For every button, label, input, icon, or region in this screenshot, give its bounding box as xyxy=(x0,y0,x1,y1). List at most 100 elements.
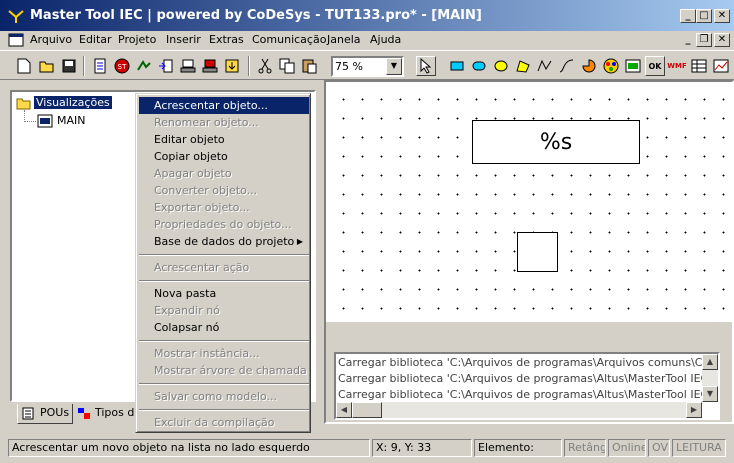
document-system-icon[interactable] xyxy=(8,33,24,47)
menu-inserir[interactable]: Inserir xyxy=(166,33,201,46)
message-line: Carregar biblioteca 'C:\Arquivos de prog… xyxy=(338,388,709,401)
zoom-select[interactable]: 75 % ▼ xyxy=(331,56,404,77)
menu-arquivo[interactable]: Arquivo xyxy=(30,33,72,46)
rounded-rect-tool-icon[interactable] xyxy=(469,56,489,76)
visualization-icon xyxy=(37,114,53,128)
menu-separator xyxy=(139,254,309,256)
ctx-exportar-objeto: Exportar objeto... xyxy=(154,201,250,214)
ctx-editar-objeto[interactable]: Editar objeto xyxy=(139,131,309,148)
ctx-mostrar-instancia: Mostrar instância... xyxy=(154,347,260,360)
toolbar-separator xyxy=(83,56,85,76)
run-icon[interactable] xyxy=(134,56,154,76)
ctx-nova-pasta[interactable]: Nova pasta xyxy=(139,285,309,302)
scroll-right-icon[interactable]: ▶ xyxy=(686,402,702,418)
login-icon[interactable] xyxy=(178,56,198,76)
ctx-acrescentar-objeto[interactable]: Acrescentar objeto... xyxy=(139,97,309,114)
tree-item-main[interactable]: MAIN xyxy=(57,114,86,127)
visualization-canvas[interactable]: %s xyxy=(326,82,732,322)
ctx-renomear-objeto: Renomear objeto... xyxy=(154,116,259,129)
download-icon[interactable] xyxy=(222,56,242,76)
status-hint: Acrescentar um novo objeto na lista no l… xyxy=(8,439,370,457)
copy-icon[interactable] xyxy=(277,56,297,76)
status-leitura: LEITURA xyxy=(672,439,726,457)
message-line: Carregar biblioteca 'C:\Arquivos de prog… xyxy=(338,356,711,369)
menu-extras[interactable]: Extras xyxy=(209,33,244,46)
status-online: Online xyxy=(608,439,646,457)
message-line: Carregar biblioteca 'C:\Arquivos de prog… xyxy=(338,372,709,385)
bitmap-tool-icon[interactable] xyxy=(601,56,621,76)
compile-icon[interactable] xyxy=(90,56,110,76)
ctx-mostrar-arvore: Mostrar árvore de chamada xyxy=(154,364,307,377)
rectangle-element[interactable] xyxy=(517,232,558,272)
scroll-up-icon[interactable]: ▲ xyxy=(702,354,718,370)
paste-icon[interactable] xyxy=(299,56,319,76)
close-button[interactable]: ✕ xyxy=(714,9,730,23)
minimize-button[interactable]: _ xyxy=(680,9,696,23)
ctx-salvar-modelo: Salvar como modelo... xyxy=(154,390,278,403)
table-tool-icon[interactable] xyxy=(689,56,709,76)
new-file-icon[interactable] xyxy=(14,56,34,76)
maximize-button[interactable]: □ xyxy=(696,9,712,23)
tree-item-visualizacoes[interactable]: Visualizações xyxy=(34,96,112,109)
mdi-restore-button[interactable]: ❐ xyxy=(696,33,712,47)
mdi-minimize-button[interactable]: _ xyxy=(680,33,696,47)
chevron-down-icon[interactable]: ▼ xyxy=(386,58,402,75)
step-icon[interactable] xyxy=(156,56,176,76)
polyline-tool-icon[interactable] xyxy=(535,56,555,76)
menu-projeto[interactable]: Projeto xyxy=(118,33,156,46)
cut-icon[interactable] xyxy=(255,56,275,76)
status-ov: OV xyxy=(648,439,670,457)
select-pointer-icon[interactable] xyxy=(416,56,436,76)
status-element: Elemento: xyxy=(474,439,562,457)
app-icon xyxy=(8,10,24,23)
polygon-tool-icon[interactable] xyxy=(513,56,533,76)
folder-open-icon xyxy=(16,98,31,110)
visualization-tool-icon[interactable] xyxy=(623,56,643,76)
open-file-icon[interactable] xyxy=(37,56,57,76)
vertical-scrollbar[interactable]: ▲ ▼ xyxy=(702,354,718,402)
menu-ajuda[interactable]: Ajuda xyxy=(370,33,401,46)
tab-pous-label: POUs xyxy=(40,406,70,419)
menu-bar: Arquivo Editar Projeto Inserir Extras Co… xyxy=(0,31,734,50)
wmf-tool[interactable]: WMF xyxy=(667,56,687,76)
menu-editar[interactable]: Editar xyxy=(79,33,112,46)
ctx-base-de-dados-label: Base de dados do projeto xyxy=(154,235,295,248)
tree-connector xyxy=(24,121,36,122)
rectangle-tool-icon[interactable] xyxy=(447,56,467,76)
scroll-thumb[interactable] xyxy=(352,402,382,418)
menu-janela[interactable]: Janela xyxy=(327,33,361,46)
menu-separator xyxy=(139,280,309,282)
ctx-apagar-objeto: Apagar objeto xyxy=(154,167,232,180)
menu-separator xyxy=(139,340,309,342)
submenu-arrow-icon: ▶ xyxy=(296,237,303,246)
context-menu: Acrescentar objeto... Renomear objeto...… xyxy=(135,93,311,433)
ctx-colapsar-no[interactable]: Colapsar nó xyxy=(139,319,309,336)
tab-tipos[interactable]: Tipos de xyxy=(75,404,141,424)
scroll-left-icon[interactable]: ◀ xyxy=(336,402,352,418)
data-types-icon xyxy=(78,408,90,419)
trend-tool-icon[interactable] xyxy=(711,56,731,76)
ok-button-tool[interactable]: OK xyxy=(645,56,665,76)
status-coords: X: 9, Y: 33 xyxy=(372,439,472,457)
curve-tool-icon[interactable] xyxy=(557,56,577,76)
ctx-expandir-no: Expandir nó xyxy=(154,304,220,317)
pane-splitter[interactable] xyxy=(326,322,732,344)
menu-comunicacao[interactable]: Comunicação xyxy=(252,33,326,46)
horizontal-scrollbar[interactable]: ◀ ▶ xyxy=(336,402,702,418)
save-icon[interactable] xyxy=(59,56,79,76)
ctx-base-de-dados[interactable]: Base de dados do projeto ▶ xyxy=(139,233,309,250)
toolbar: ST 75 % ▼ OK WMF xyxy=(0,50,734,80)
mdi-close-button[interactable]: ✕ xyxy=(714,33,730,47)
text-element[interactable]: %s xyxy=(472,120,640,164)
stop-icon[interactable]: ST xyxy=(112,56,132,76)
pie-tool-icon[interactable] xyxy=(579,56,599,76)
message-window: Carregar biblioteca 'C:\Arquivos de prog… xyxy=(334,352,720,420)
ctx-copiar-objeto[interactable]: Copiar objeto xyxy=(139,148,309,165)
tab-pous[interactable]: POUs xyxy=(17,404,73,424)
ellipse-tool-icon[interactable] xyxy=(491,56,511,76)
ctx-acrescentar-acao: Acrescentar ação xyxy=(154,261,250,274)
logout-icon[interactable] xyxy=(200,56,220,76)
scroll-down-icon[interactable]: ▼ xyxy=(702,386,718,402)
status-retang: Retâng xyxy=(564,439,606,457)
menu-separator xyxy=(139,409,309,411)
